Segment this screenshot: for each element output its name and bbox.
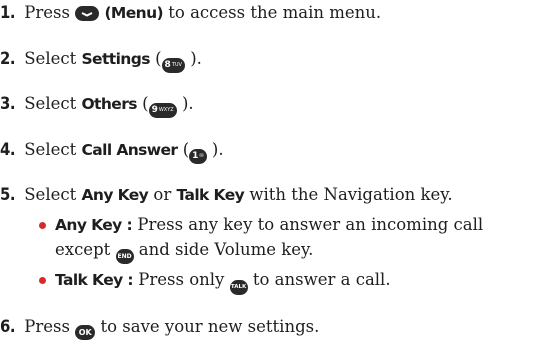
step-4: 4. Select Call Answer (1✉ ). <box>0 140 224 164</box>
ok-key-label: OK <box>78 328 92 337</box>
step-text: to access the main menu. <box>168 3 382 22</box>
step-5: 5. Select Any Key or Talk Key with the N… <box>0 185 453 205</box>
bullet-talk-key: Talk Key : Press only TALK to answer a c… <box>55 270 391 295</box>
bullet-text: to answer a call. <box>252 270 391 289</box>
paren-close: ). <box>211 140 224 159</box>
step-text: Select <box>24 94 77 113</box>
call-answer-label: Call Answer <box>81 141 178 159</box>
menu-label: (Menu) <box>104 4 164 22</box>
step-3: 3. Select Others (9WXYZ ). <box>0 94 194 118</box>
step-text: with the Navigation key. <box>249 185 453 204</box>
any-key-term: Any Key : <box>55 216 133 234</box>
step-text: or <box>153 185 172 204</box>
end-key-icon: END <box>115 249 134 264</box>
talk-key-term: Talk Key : <box>55 271 134 289</box>
step-6: 6. Press OK to save your new settings. <box>0 317 319 340</box>
bullet-marker <box>39 222 46 229</box>
settings-label: Settings <box>81 50 150 68</box>
paren-close: ). <box>190 49 202 68</box>
key-9-icon: 9WXYZ <box>148 103 177 118</box>
paren-close: ). <box>181 94 194 113</box>
key-letters: TUV <box>171 62 182 68</box>
step-2: 2. Select Settings (8TUV ). <box>0 49 202 73</box>
step-number: 5. <box>0 185 15 204</box>
key-1-icon: 1✉ <box>189 149 207 164</box>
step-text: Select <box>24 185 77 204</box>
step-number: 6. <box>0 317 15 336</box>
bullet-text: except <box>55 240 111 259</box>
bullet-any-key-cont: except END and side Volume key. <box>55 240 313 264</box>
ok-key-icon: OK <box>75 325 96 340</box>
paren-open: ( <box>142 94 149 113</box>
menu-softkey-icon <box>75 6 100 21</box>
step-text: Press <box>24 3 70 22</box>
step-1: 1. Press (Menu) to access the main menu. <box>0 3 381 23</box>
bullet-any-key: Any Key : Press any key to answer an inc… <box>55 215 483 235</box>
step-number: 3. <box>0 94 15 113</box>
bullet-marker <box>39 277 46 284</box>
step-number: 4. <box>0 140 15 159</box>
key-digit: 9 <box>151 105 158 115</box>
key-8-icon: 8TUV <box>161 58 185 73</box>
bullet-text: and side Volume key. <box>138 240 314 259</box>
any-key-label: Any Key <box>81 186 149 204</box>
bullet-text: Press any key to answer an incoming call <box>137 215 484 234</box>
instruction-page: 1. Press (Menu) to access the main menu.… <box>0 0 559 348</box>
step-text: Select <box>24 49 77 68</box>
talk-key-icon: TALK <box>229 280 248 295</box>
bullet-text: Press only <box>138 270 225 289</box>
talk-key-label: TALK <box>230 284 247 290</box>
key-letters: ✉ <box>199 153 204 159</box>
end-key-label: END <box>117 253 132 260</box>
step-text: Press <box>24 317 70 336</box>
talk-key-label: Talk Key <box>176 186 245 204</box>
key-digit: 8 <box>164 60 171 70</box>
step-text: Select <box>24 140 77 159</box>
key-letters: WXYZ <box>158 107 174 113</box>
paren-open: ( <box>155 49 162 68</box>
step-number: 1. <box>0 3 15 22</box>
step-text: to save your new settings. <box>100 317 320 336</box>
key-digit: 1 <box>192 151 199 161</box>
others-label: Others <box>81 95 137 113</box>
step-number: 2. <box>0 49 15 68</box>
